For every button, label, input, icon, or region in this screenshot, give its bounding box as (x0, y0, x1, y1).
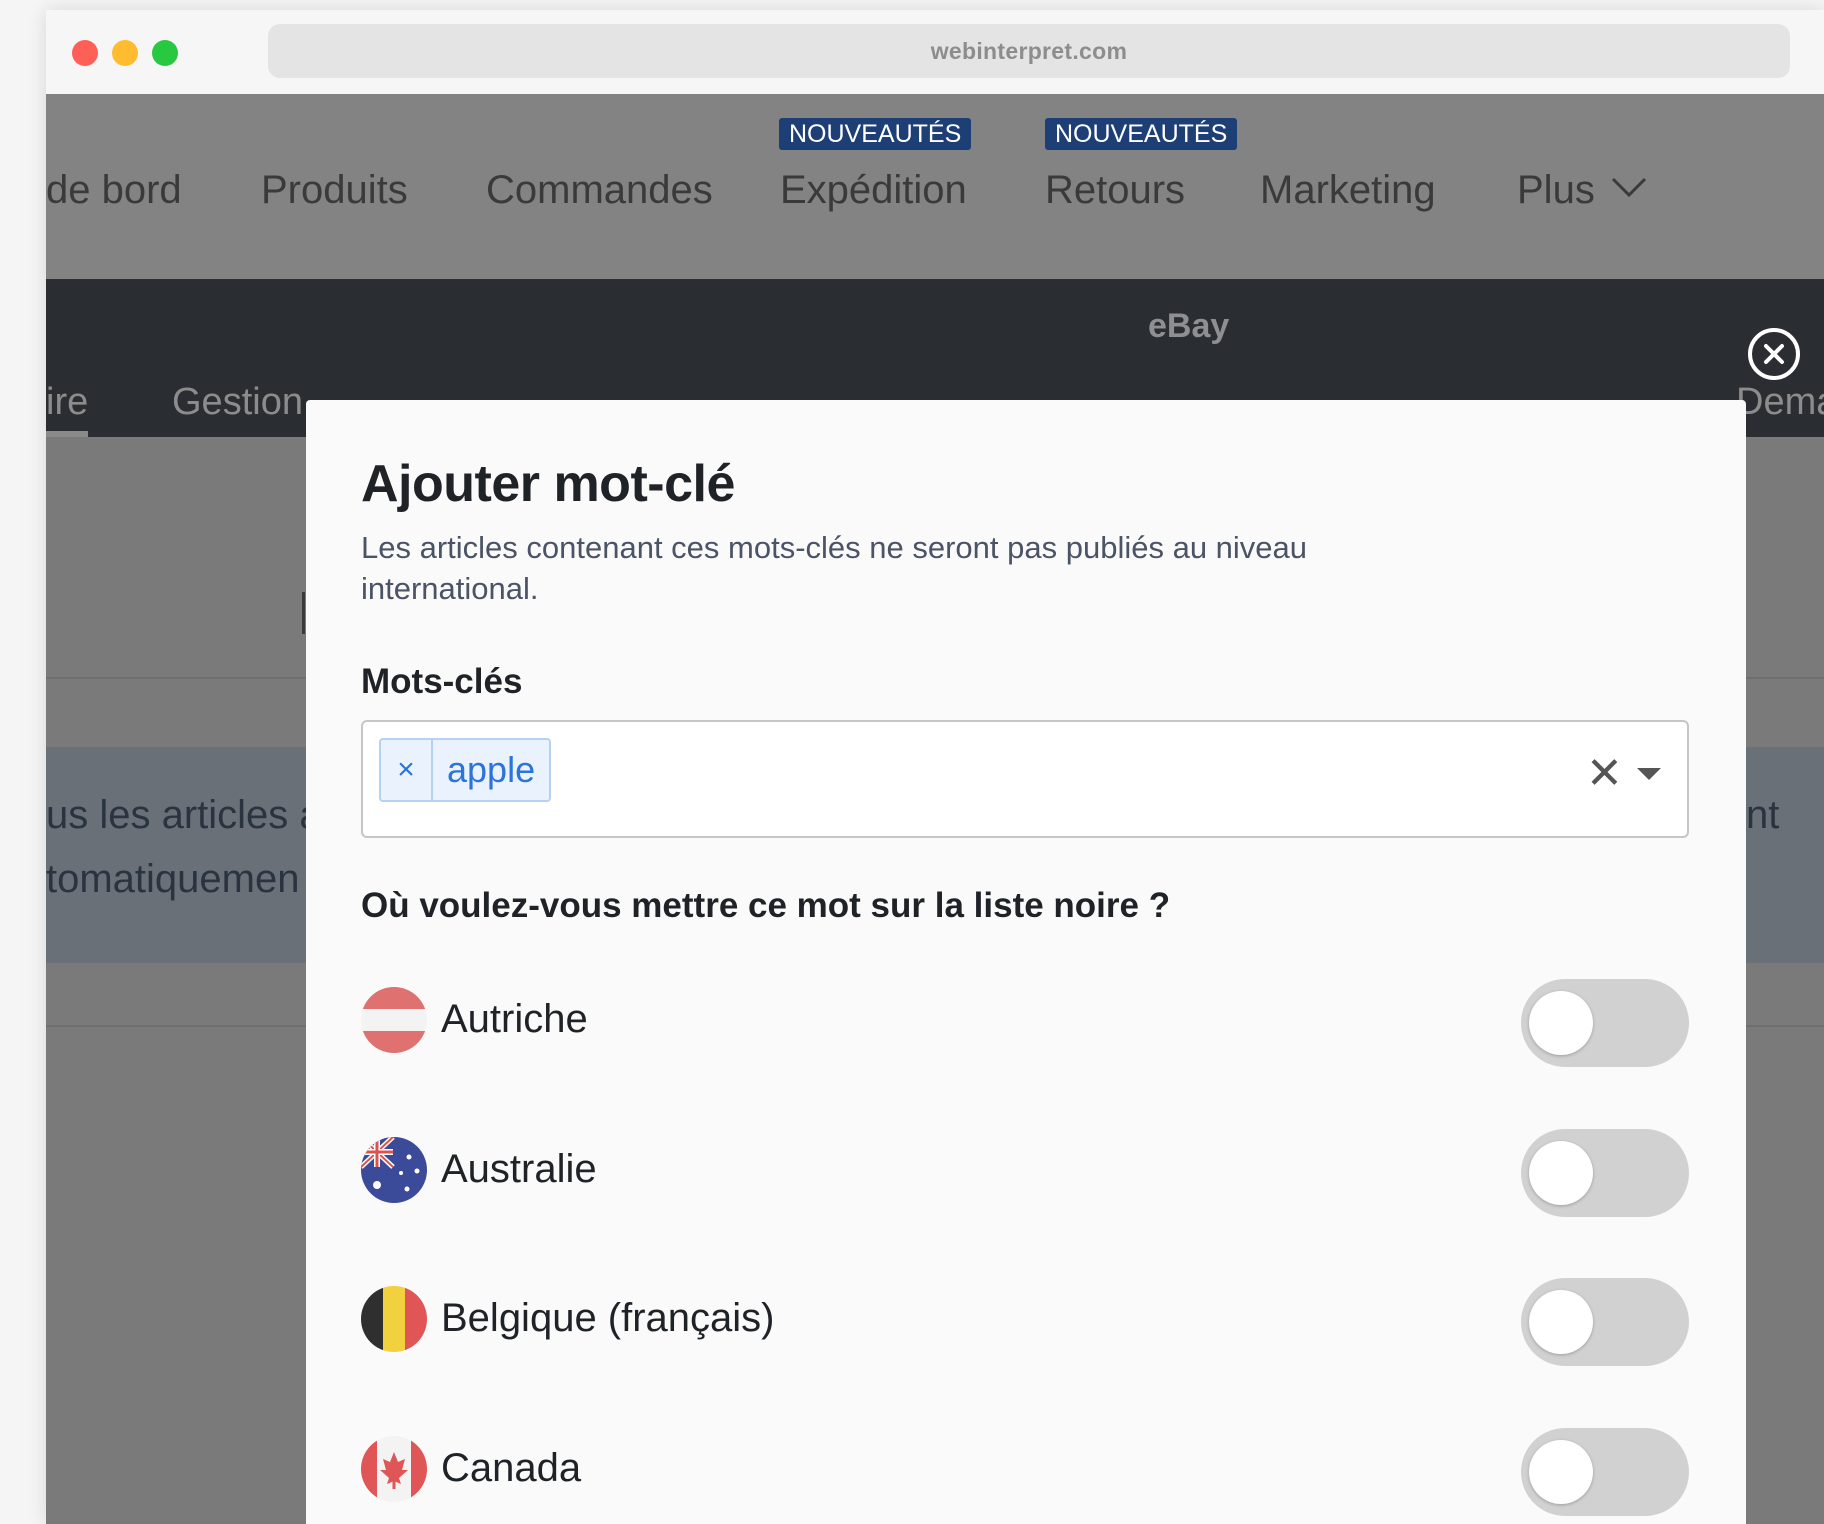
modal-title: Ajouter mot-clé (361, 455, 735, 513)
australia-flag-icon (361, 1137, 427, 1203)
new-badge-returns: NOUVEAUTÉS (1045, 118, 1238, 150)
close-modal-button[interactable] (1748, 328, 1800, 380)
info-text-line1: us les articles a (46, 793, 322, 837)
remove-tag-button[interactable]: × (381, 740, 433, 800)
toggle-knob (1529, 1440, 1593, 1504)
canada-toggle[interactable] (1521, 1428, 1689, 1516)
info-text-line2: tomatiquemen (46, 857, 300, 901)
nav-item-marketing[interactable]: Marketing (1260, 170, 1436, 210)
new-badge-shipping: NOUVEAUTÉS (779, 118, 972, 150)
nav-item-more[interactable]: Plus (1517, 170, 1595, 210)
keywords-select[interactable]: × apple ✕ (361, 720, 1689, 838)
info-text-right: nt (1746, 793, 1780, 837)
nav-item-returns[interactable]: Retours (1045, 170, 1185, 210)
clear-selection-icon[interactable]: ✕ (1586, 752, 1623, 796)
address-bar[interactable]: webinterpret.com (268, 24, 1790, 78)
keyword-tag: × apple (379, 738, 552, 802)
browser-titlebar: webinterpret.com (46, 10, 1824, 96)
maximize-window-icon[interactable] (152, 40, 178, 66)
close-icon (1764, 344, 1784, 364)
subnav-tab-partial[interactable]: ire (46, 383, 88, 421)
belgium-toggle[interactable] (1521, 1278, 1689, 1366)
toggle-knob (1529, 991, 1593, 1055)
country-label: Australie (441, 1147, 597, 1191)
nav-item-dashboard[interactable]: de bord (46, 170, 182, 210)
belgium-flag-icon (361, 1286, 427, 1352)
country-label: Autriche (441, 997, 588, 1041)
toggle-knob (1529, 1141, 1593, 1205)
nav-item-products[interactable]: Produits (261, 170, 408, 210)
modal-description: Les articles contenant ces mots-clés ne … (361, 530, 1308, 606)
top-navigation: de bord Produits Commandes NOUVEAUTÉS Ex… (46, 94, 1824, 279)
add-keyword-modal: Ajouter mot-clé Les articles contenant c… (306, 400, 1746, 1524)
country-row-belgium: Belgique (français) (361, 1278, 1691, 1374)
canada-flag-icon (361, 1436, 427, 1502)
toggle-knob (1529, 1290, 1593, 1354)
keywords-label: Mots-clés (361, 662, 523, 701)
browser-window: webinterpret.com de bord Produits Comman… (46, 10, 1824, 1524)
austria-flag-icon (361, 987, 427, 1053)
page-mark (302, 592, 305, 634)
subnav-tab-management[interactable]: Gestion (172, 383, 303, 421)
nav-item-shipping[interactable]: Expédition (780, 170, 967, 210)
subnav-tab-requests[interactable]: Dema (1736, 383, 1824, 421)
country-label: Canada (441, 1446, 582, 1490)
country-label: Belgique (français) (441, 1296, 775, 1340)
country-row-australia: Australie (361, 1129, 1691, 1225)
nav-item-orders[interactable]: Commandes (486, 170, 713, 210)
close-window-icon[interactable] (72, 40, 98, 66)
country-row-canada: Canada (361, 1428, 1691, 1524)
australia-toggle[interactable] (1521, 1129, 1689, 1217)
marketplace-title: eBay (1148, 307, 1230, 345)
minimize-window-icon[interactable] (112, 40, 138, 66)
blacklist-question: Où voulez-vous mettre ce mot sur la list… (361, 886, 1171, 925)
country-row-austria: Autriche (361, 979, 1691, 1075)
austria-toggle[interactable] (1521, 979, 1689, 1067)
keyword-tag-label: apple (447, 749, 536, 790)
dropdown-caret-icon[interactable] (1637, 768, 1661, 780)
chevron-down-icon[interactable] (1610, 174, 1648, 200)
